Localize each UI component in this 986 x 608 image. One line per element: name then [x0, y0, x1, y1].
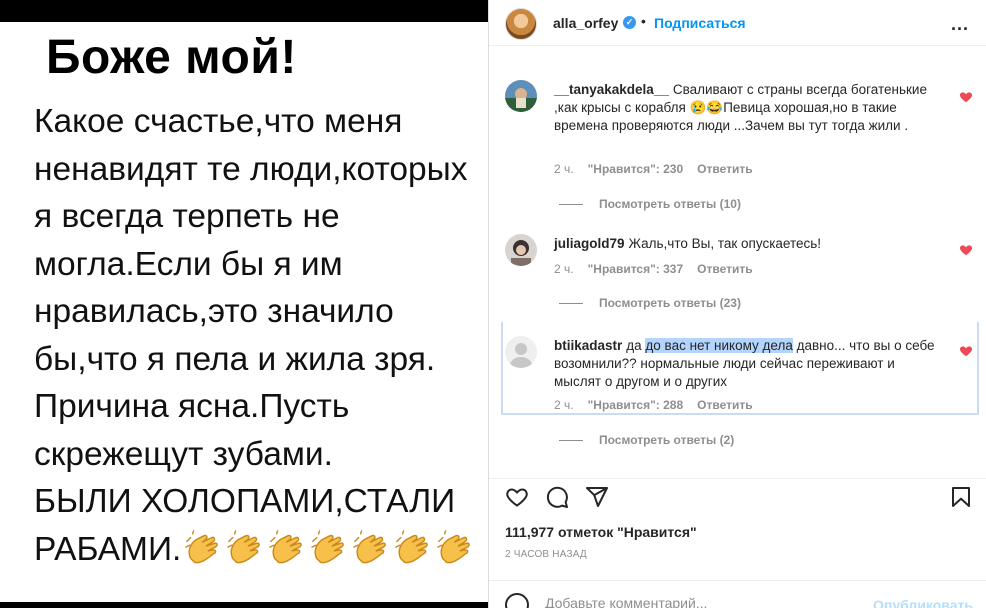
comment-text: __tanyakakdela__ Сваливают с страны всегд… [554, 81, 944, 135]
reply-button[interactable]: Ответить [697, 162, 752, 176]
post-time[interactable]: 2 ЧАСОВ НАЗАД [505, 549, 587, 560]
comment-time[interactable]: 2 ч. [554, 262, 574, 276]
bookmark-icon[interactable] [949, 485, 973, 509]
post-image[interactable]: Боже мой! Какое счастье,что меня ненавид… [0, 0, 488, 608]
publish-button[interactable]: Опубликовать [873, 597, 973, 608]
clapping-hands-icon [353, 529, 387, 563]
view-replies-label: Посмотреть ответы (23) [599, 296, 741, 310]
post-actions-bar [489, 478, 986, 514]
post-image-headline: Боже мой! [46, 31, 297, 84]
clapping-hands-icon [185, 529, 219, 563]
comment-text: btiikadastr да до вас нет никому дела дав… [554, 337, 944, 391]
follow-button[interactable]: Подписаться [654, 15, 746, 31]
comment-time[interactable]: 2 ч. [554, 398, 574, 412]
post-image-body: Какое счастье,что меня ненавидят те люди… [34, 98, 486, 573]
view-replies-label: Посмотреть ответы (10) [599, 197, 741, 211]
commenter-avatar[interactable] [505, 80, 537, 112]
selected-text: до вас нет никому дела [645, 338, 793, 353]
comment-input[interactable] [545, 595, 845, 608]
comment-time[interactable]: 2 ч. [554, 162, 574, 176]
reply-button[interactable]: Ответить [697, 398, 752, 412]
view-replies-button[interactable]: Посмотреть ответы (10) [559, 197, 741, 211]
commenter-avatar[interactable] [505, 336, 537, 368]
comment-likes[interactable]: "Нравится": 230 [588, 162, 684, 176]
comment-meta: 2 ч. "Нравится": 230 Ответить [554, 162, 767, 176]
view-replies-button[interactable]: Посмотреть ответы (2) [559, 433, 734, 447]
heart-icon[interactable] [959, 344, 973, 358]
comment-meta: 2 ч. "Нравится": 337 Ответить [554, 262, 767, 276]
heart-icon[interactable] [959, 243, 973, 257]
comment-likes[interactable]: "Нравится": 288 [588, 398, 684, 412]
reply-button[interactable]: Ответить [697, 262, 752, 276]
clapping-hands-icon [311, 529, 345, 563]
header-separator: • [641, 13, 646, 29]
post-image-body-text: Какое счастье,что меня ненавидят те люди… [34, 103, 468, 568]
comment-body-start: да [626, 338, 646, 353]
comment-text: juliagold79 Жаль,что Вы, так опускаетесь! [554, 235, 944, 253]
add-comment-bar: Опубликовать [489, 580, 986, 608]
author-username[interactable]: alla_orfey [553, 15, 618, 31]
heart-icon[interactable] [959, 90, 973, 104]
post-header: alla_orfey ✓ • Подписаться ... [489, 0, 986, 46]
clapping-hands-icon [437, 529, 471, 563]
post-side-panel: alla_orfey ✓ • Подписаться ... __tanyaka… [488, 0, 986, 608]
comment-username[interactable]: __tanyakakdela__ [554, 82, 669, 97]
emoji-icon[interactable] [505, 593, 529, 608]
commenter-avatar[interactable] [505, 234, 537, 266]
author-avatar[interactable] [505, 8, 537, 40]
clapping-hands-emoji-row [181, 529, 475, 568]
comment-username[interactable]: btiikadastr [554, 338, 622, 353]
comment-meta: 2 ч. "Нравится": 288 Ответить [554, 398, 767, 412]
heart-outline-icon[interactable] [505, 485, 529, 509]
verified-badge-icon: ✓ [623, 16, 636, 29]
comment-body: Жаль,что Вы, так опускаетесь! [628, 236, 822, 251]
view-replies-button[interactable]: Посмотреть ответы (23) [559, 296, 741, 310]
clapping-hands-icon [395, 529, 429, 563]
comment-username[interactable]: juliagold79 [554, 236, 625, 251]
view-replies-label: Посмотреть ответы (2) [599, 433, 735, 447]
clapping-hands-icon [227, 529, 261, 563]
clapping-hands-icon [269, 529, 303, 563]
likes-count[interactable]: 111,977 отметок "Нравится" [505, 524, 697, 540]
post-image-canvas: Боже мой! Какое счастье,что меня ненавид… [0, 22, 488, 602]
more-options-icon[interactable]: ... [951, 14, 969, 35]
share-icon[interactable] [585, 485, 609, 509]
comment-likes[interactable]: "Нравится": 337 [588, 262, 684, 276]
comment-icon[interactable] [545, 485, 569, 509]
